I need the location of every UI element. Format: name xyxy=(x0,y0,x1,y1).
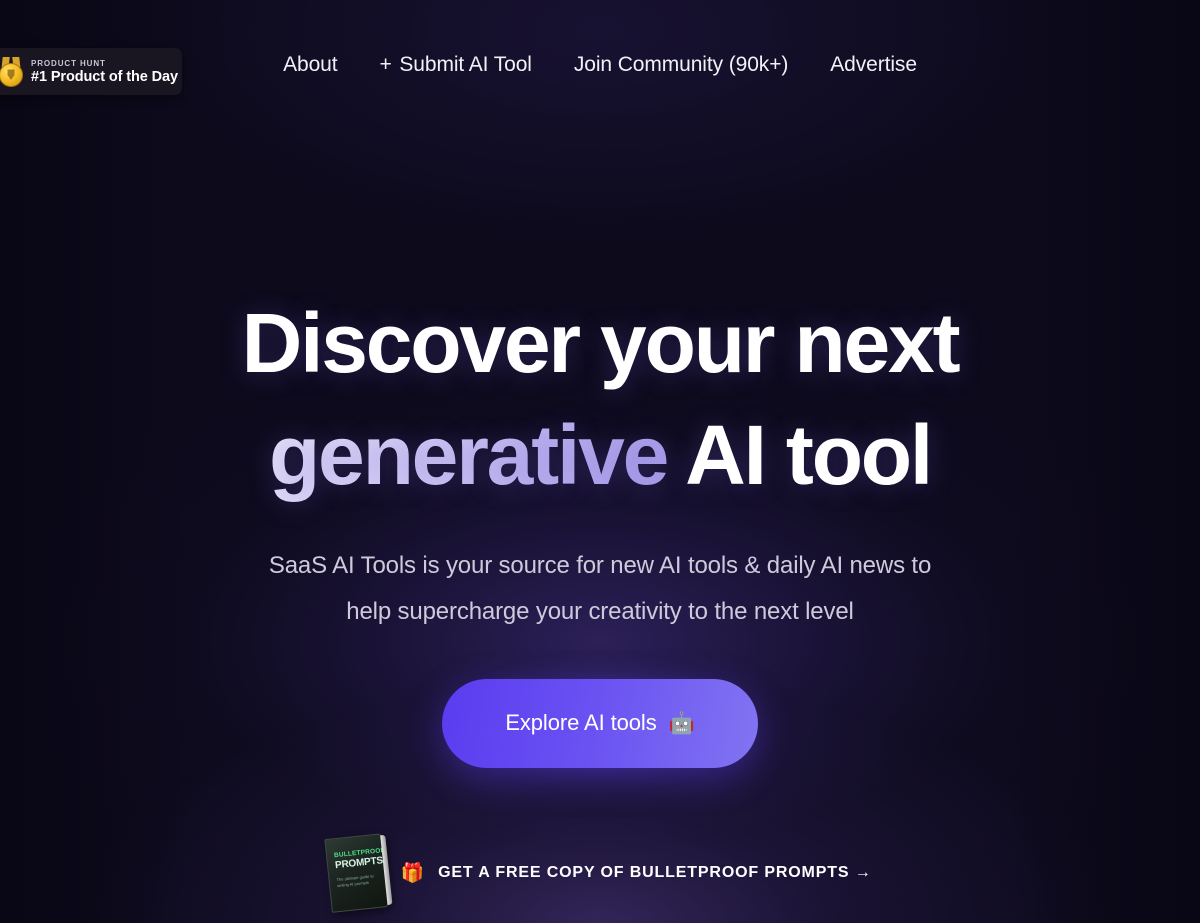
nav-item-join-community-label: Join Community (90k+) xyxy=(573,53,789,76)
ebook-subtitle: The ultimate guide to writing AI prompts xyxy=(336,873,375,889)
free-ebook-promo-banner[interactable]: BULLETPROOF PROMPTS The ultimate guide t… xyxy=(0,823,1200,923)
product-hunt-badge-text: PRODUCT HUNT #1 Product of the Day xyxy=(31,59,178,85)
plus-icon: + xyxy=(379,53,398,76)
explore-ai-tools-label: Explore AI tools xyxy=(505,710,657,736)
explore-ai-tools-button[interactable]: Explore AI tools 🤖 xyxy=(442,678,758,768)
hero-subtitle-line-2: help supercharge your creativity to the … xyxy=(346,598,854,626)
product-hunt-badge[interactable]: PRODUCT HUNT #1 Product of the Day xyxy=(0,48,182,95)
headline-gradient-word: generative xyxy=(268,407,669,502)
nav-item-advertise[interactable]: Advertise xyxy=(830,53,917,77)
headline-line-1: Discover your next xyxy=(241,296,961,390)
nav-item-about-label: About xyxy=(283,53,338,76)
nav-item-advertise-label: Advertise xyxy=(830,53,917,76)
page-title: Discover your next generative AI tool xyxy=(241,288,961,512)
ebook-cover-image: BULLETPROOF PROMPTS The ultimate guide t… xyxy=(324,833,393,913)
nav-item-join-community[interactable]: Join Community (90k+) xyxy=(573,53,789,77)
robot-icon: 🤖 xyxy=(668,711,695,735)
landing-page: PRODUCT HUNT #1 Product of the Day About… xyxy=(0,0,1200,923)
cta-wrapper: Explore AI tools 🤖 xyxy=(400,653,800,794)
promo-text: GET A FREE COPY OF BULLETPROOF PROMPTS → xyxy=(438,864,872,881)
nav-list: About + Submit AI Tool Join Community (9… xyxy=(283,53,917,77)
hero-subtitle: SaaS AI Tools is your source for new AI … xyxy=(269,543,931,634)
nav-item-submit-ai-tool-label: Submit AI Tool xyxy=(399,53,532,76)
product-hunt-kicker: PRODUCT HUNT xyxy=(31,58,106,68)
nav-item-about[interactable]: About xyxy=(283,53,337,77)
hero-subtitle-line-1: SaaS AI Tools is your source for new AI … xyxy=(268,552,932,580)
medal-icon xyxy=(0,56,24,87)
gift-icon: 🎁 xyxy=(400,862,425,884)
nav-item-submit-ai-tool[interactable]: + Submit AI Tool xyxy=(379,53,531,77)
product-hunt-title: #1 Product of the Day xyxy=(31,68,178,85)
headline-line-2-rest: AI tool xyxy=(667,407,933,502)
headline-line-2: generative AI tool xyxy=(242,400,959,512)
